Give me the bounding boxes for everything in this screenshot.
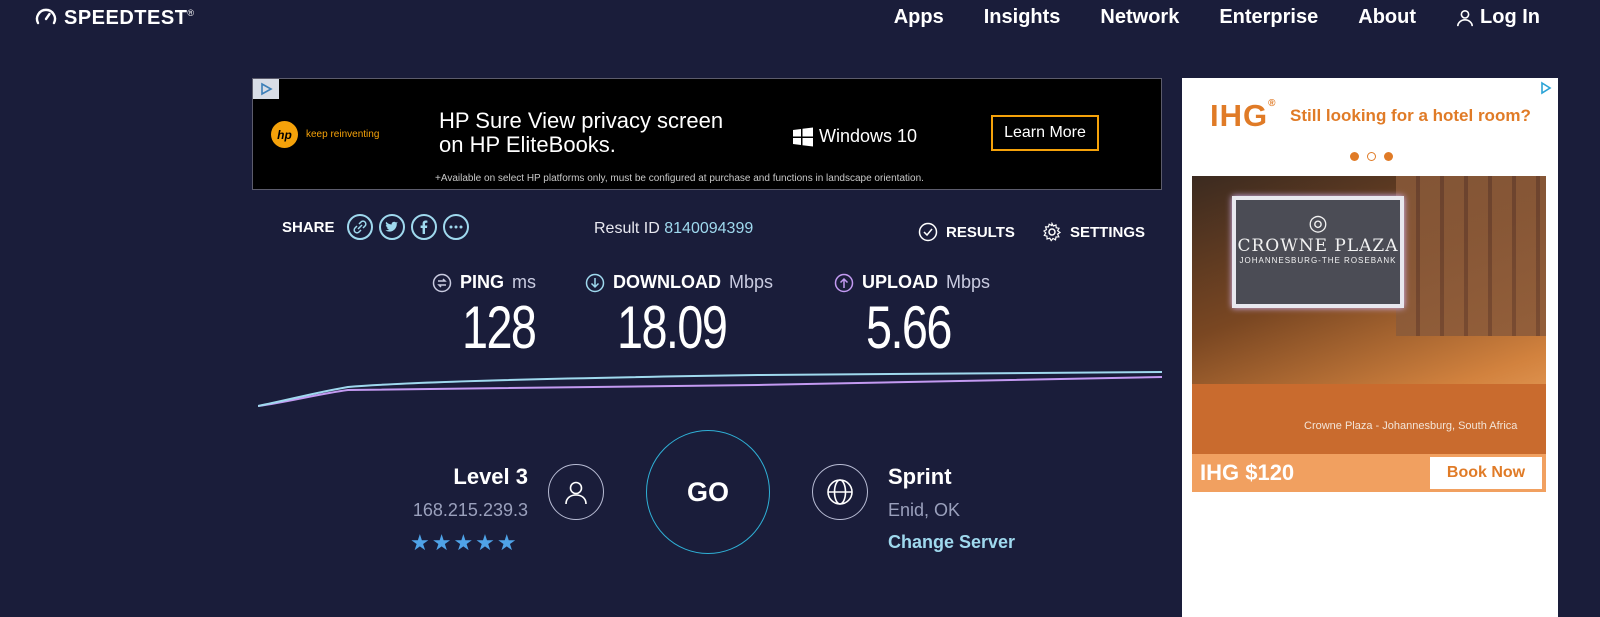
carousel-dots[interactable]	[1350, 152, 1393, 161]
result-id: Result ID 8140094399	[594, 220, 753, 238]
hotel-price: IHG $120	[1200, 460, 1295, 485]
adchoices-icon[interactable]	[1538, 80, 1554, 99]
carousel-dot[interactable]	[1384, 152, 1393, 161]
share-label: SHARE	[282, 218, 335, 236]
download-icon	[585, 273, 605, 292]
hp-logo: hp	[271, 121, 298, 148]
gear-icon	[1043, 222, 1062, 242]
download-value: 18.09	[617, 294, 728, 361]
twitter-icon[interactable]	[378, 214, 405, 240]
ad-headline-line2: on HP EliteBooks.	[439, 132, 616, 157]
carousel-dot[interactable]	[1350, 152, 1359, 161]
results-label: RESULTS	[946, 223, 1015, 241]
results-button[interactable]: RESULTS	[918, 222, 1015, 242]
carousel-dot[interactable]	[1367, 152, 1376, 161]
speedtest-logo[interactable]: SPEEDTEST ®	[34, 6, 194, 30]
upload-label: UPLOAD	[862, 272, 938, 292]
nav-insights[interactable]: Insights	[984, 6, 1061, 29]
ad-headline-line1: HP Sure View privacy screen	[439, 108, 724, 133]
brand-name: SPEEDTEST	[64, 6, 188, 29]
hp-tagline: keep reinventing	[306, 129, 380, 140]
windows-label: Windows 10	[819, 126, 918, 146]
crown-plaza-logo-icon: ◎	[1308, 210, 1328, 235]
nav-enterprise[interactable]: Enterprise	[1219, 6, 1318, 29]
hotel-sign-location: JOHANNESBURG-THE ROSEBANK	[1239, 256, 1397, 265]
adchoices-icon[interactable]	[253, 79, 279, 99]
ping-value: 128	[462, 294, 537, 361]
download-header: DOWNLOAD Mbps	[585, 272, 773, 293]
isp-rating-stars[interactable]: ★★★★★	[410, 530, 519, 556]
ping-metric: PING ms 128	[432, 272, 556, 362]
settings-label: SETTINGS	[1070, 223, 1146, 241]
server-globe-icon	[812, 464, 868, 520]
login-label: Log In	[1480, 6, 1540, 28]
more-icon[interactable]	[442, 214, 469, 240]
gauge-icon	[35, 8, 57, 25]
result-id-label: Result ID	[594, 220, 660, 237]
ping-unit: ms	[512, 272, 537, 292]
book-now-button[interactable]: Book Now	[1430, 457, 1542, 489]
isp-name: Level 3	[453, 464, 528, 489]
server-name: Sprint	[888, 464, 952, 489]
main-nav: Apps Insights Network Enterprise About L…	[894, 6, 1540, 29]
hotel-sign-name: CROWNE PLAZA	[1237, 236, 1399, 256]
isp-ip: 168.215.239.3	[412, 500, 528, 520]
hotel-photo: ◎ CROWNE PLAZA JOHANNESBURG-THE ROSEBANK…	[1192, 176, 1546, 454]
upload-header: UPLOAD Mbps	[834, 272, 990, 293]
ihg-logo-text: IHG	[1210, 98, 1269, 133]
ad-fine-print: +Available on select HP platforms only, …	[435, 173, 924, 184]
change-server-link[interactable]: Change Server	[888, 532, 1015, 553]
windows-logo: Windows 10	[793, 126, 917, 147]
upload-graph-line	[258, 376, 1162, 407]
trademark-mark: ®	[187, 8, 195, 18]
settings-button[interactable]: SETTINGS	[1042, 222, 1145, 242]
server-location: Enid, OK	[888, 500, 961, 520]
nav-login[interactable]: Log In	[1456, 6, 1540, 29]
hotel-ground	[1192, 384, 1546, 454]
check-circle-icon	[918, 222, 938, 242]
ihg-side-ad[interactable]: IHG® Still looking for a hotel room? ◎ C…	[1182, 78, 1558, 617]
isp-user-icon	[548, 464, 604, 520]
ihg-tagline: Still looking for a hotel room?	[1290, 106, 1531, 125]
nav-apps[interactable]: Apps	[894, 6, 944, 29]
speed-graph	[258, 371, 1162, 407]
upload-metric: UPLOAD Mbps 5.66	[834, 272, 990, 362]
download-unit: Mbps	[728, 272, 773, 292]
ping-icon	[432, 273, 452, 292]
hotel-building	[1396, 176, 1546, 336]
user-icon	[1457, 9, 1474, 26]
go-button[interactable]: GO	[646, 430, 770, 554]
ping-label: PING	[460, 272, 505, 292]
ping-header: PING ms	[432, 272, 556, 293]
link-icon[interactable]	[346, 214, 373, 240]
windows-icon	[793, 127, 813, 146]
nav-about[interactable]: About	[1358, 6, 1416, 29]
photo-caption: Crowne Plaza - Johannesburg, South Afric…	[1304, 420, 1518, 432]
upload-icon	[834, 273, 854, 292]
upload-value: 5.66	[866, 294, 952, 361]
upload-unit: Mbps	[946, 272, 991, 292]
ad-headline: HP Sure View privacy screen on HP EliteB…	[439, 109, 723, 157]
learn-more-button[interactable]: Learn More	[991, 115, 1099, 151]
download-metric: DOWNLOAD Mbps 18.09	[585, 272, 773, 362]
nav-network[interactable]: Network	[1100, 6, 1179, 29]
ihg-logo: IHG®	[1210, 98, 1277, 134]
facebook-icon[interactable]	[410, 214, 437, 240]
price-bar: IHG $120 Book Now	[1192, 454, 1546, 492]
download-label: DOWNLOAD	[613, 272, 721, 292]
result-id-value[interactable]: 8140094399	[664, 220, 753, 237]
hotel-sign: ◎ CROWNE PLAZA JOHANNESBURG-THE ROSEBANK	[1232, 196, 1404, 308]
ihg-registered-mark: ®	[1268, 98, 1277, 109]
share-bar: SHARE	[282, 214, 469, 240]
hp-banner-ad[interactable]: hp keep reinventing HP Sure View privacy…	[252, 78, 1162, 190]
